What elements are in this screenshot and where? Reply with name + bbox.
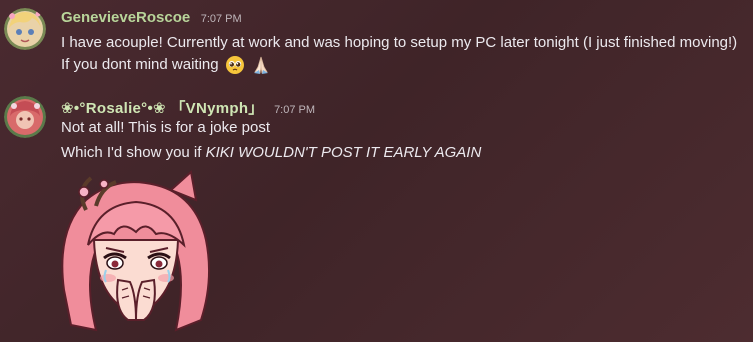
message-text: Not at all! This is for a joke post — [61, 119, 270, 136]
timestamp[interactable]: 7:07 PM — [201, 13, 242, 25]
timestamp[interactable]: 7:07 PM — [274, 104, 315, 116]
pleading-face-icon[interactable] — [225, 55, 245, 75]
username[interactable]: ❀•°Rosalie°•❀ 「VNymph」 — [61, 100, 264, 117]
avatar[interactable] — [4, 8, 46, 50]
chat-log: GenevieveRoscoe 7:07 PM I have acouple! … — [0, 0, 753, 342]
message-text-italic: KIKI WOULDN'T POST IT EARLY AGAIN — [205, 144, 482, 161]
message-text-segment: Which I'd show you if — [61, 144, 206, 161]
message-text: If you dont mind waiting — [61, 55, 271, 75]
username[interactable]: GenevieveRoscoe — [61, 9, 190, 26]
sticker-image[interactable] — [56, 170, 216, 334]
folded-hands-icon[interactable] — [251, 55, 271, 75]
message-header: ❀•°Rosalie°•❀ 「VNymph」 7:07 PM — [61, 97, 315, 117]
message-header: GenevieveRoscoe 7:07 PM — [61, 9, 242, 29]
message-text: Which I'd show you if KIKI WOULDN'T POST… — [61, 143, 481, 163]
message-text-segment: If you dont mind waiting — [61, 56, 219, 73]
avatar[interactable] — [4, 96, 46, 138]
message-text: I have acouple! Currently at work and wa… — [61, 34, 738, 51]
